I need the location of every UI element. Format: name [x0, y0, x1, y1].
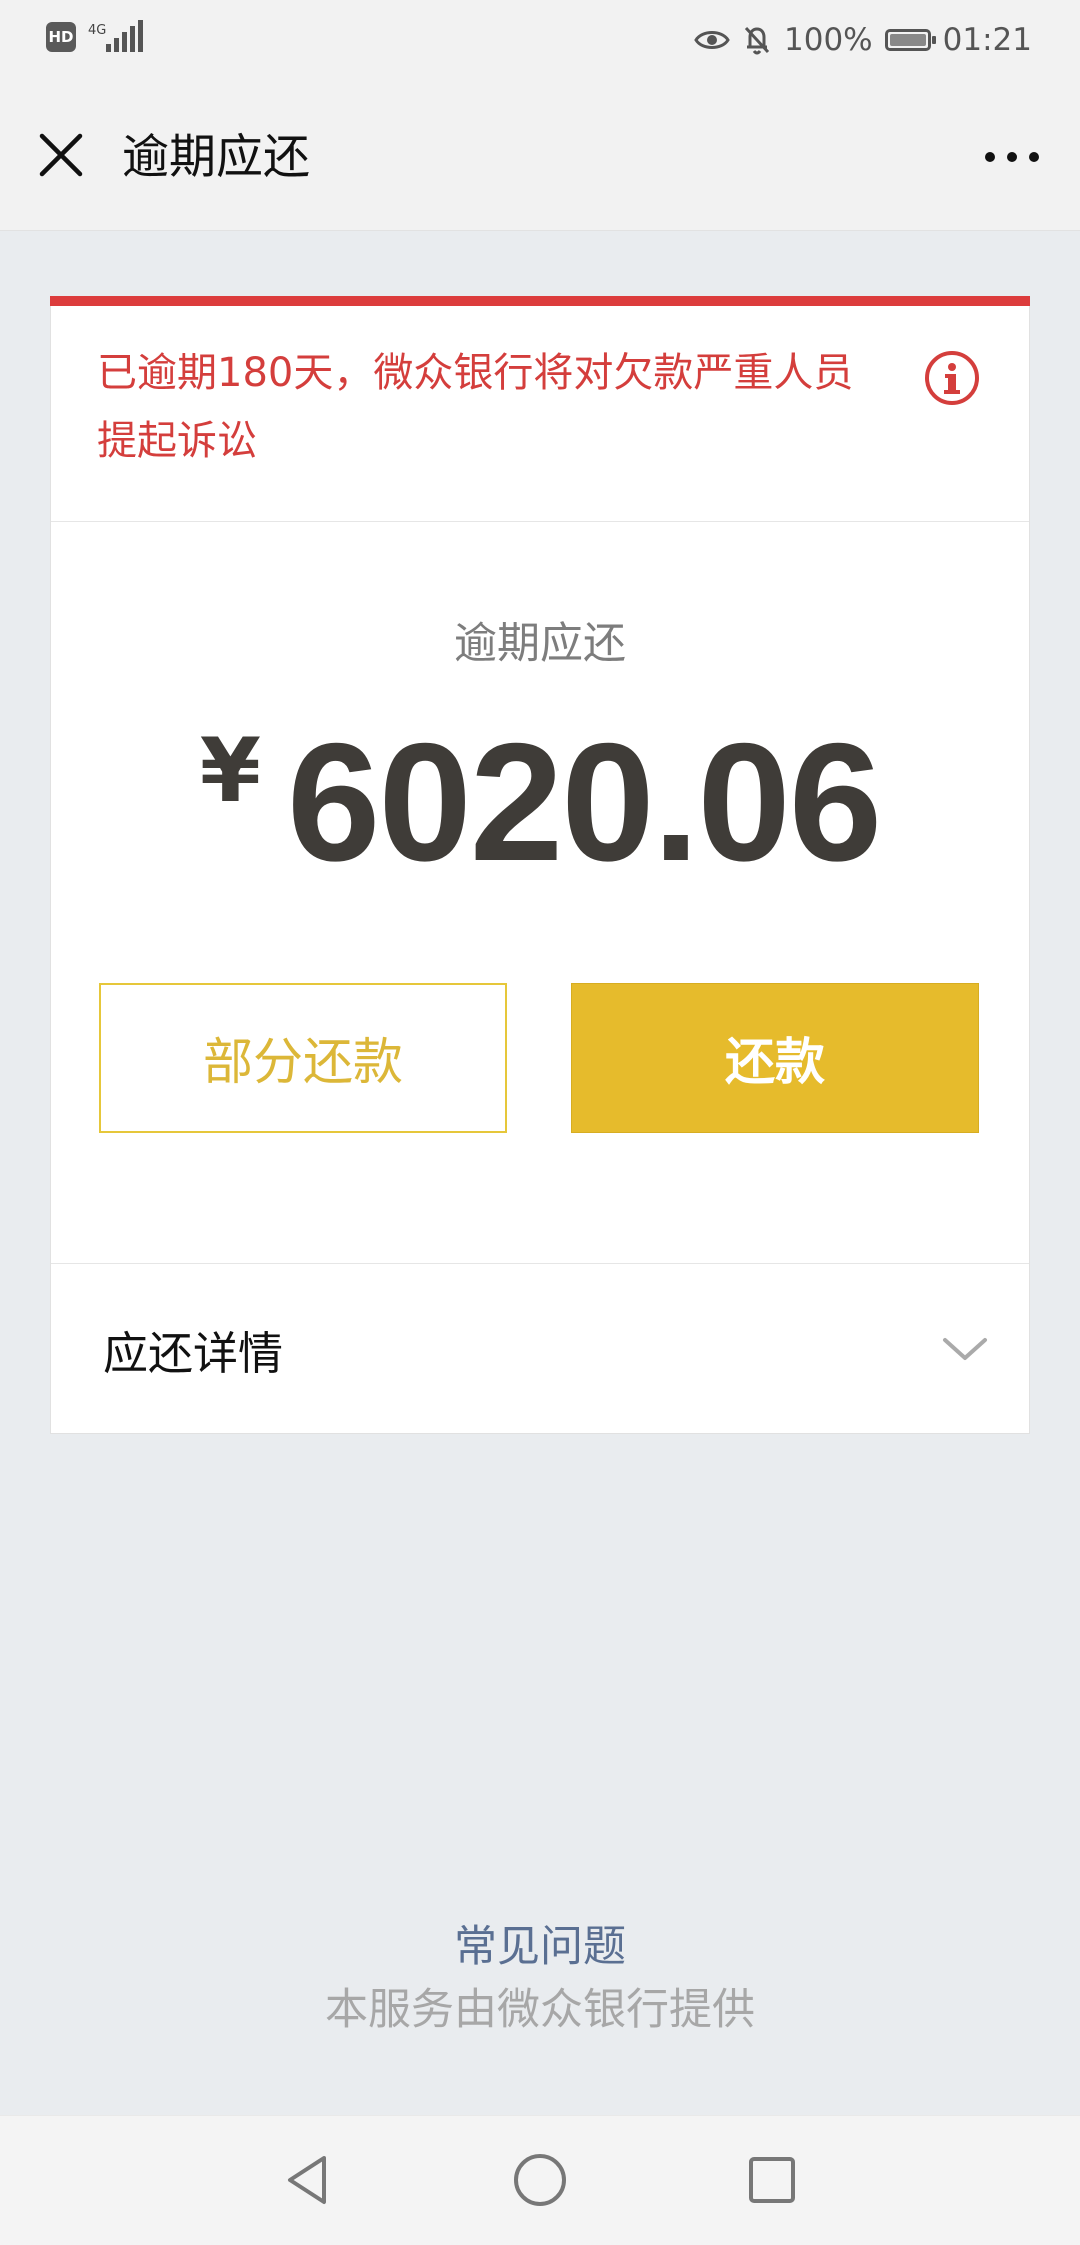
bell-off-icon — [742, 24, 772, 56]
divider — [51, 521, 1029, 522]
service-provider-note: 本服务由微众银行提供 — [325, 1985, 755, 2035]
back-icon[interactable] — [280, 2150, 340, 2210]
hd-badge: HD — [46, 22, 76, 52]
status-right: 100% 01:21 — [694, 22, 1032, 58]
repayment-details-row[interactable]: 应还详情 — [51, 1264, 1029, 1434]
eye-icon — [694, 28, 730, 52]
network-type: 4G — [88, 23, 107, 38]
repay-button[interactable]: 还款 — [571, 983, 979, 1133]
details-label: 应还详情 — [103, 1326, 284, 1380]
system-nav-bar — [0, 2115, 1080, 2245]
clock: 01:21 — [942, 22, 1032, 58]
amount-display: ¥ 6020.06 — [51, 707, 1029, 897]
partial-repay-button[interactable]: 部分还款 — [99, 983, 507, 1133]
nav-bar: 逾期应还 — [0, 86, 1080, 231]
page-title: 逾期应还 — [122, 130, 310, 185]
status-left: HD 4G — [46, 20, 143, 52]
amount-label: 逾期应还 — [454, 619, 626, 669]
footer: 常见问题 本服务由微众银行提供 — [0, 1920, 1080, 2042]
battery-icon — [884, 29, 936, 51]
overdue-amount: 6020.06 — [286, 708, 882, 896]
recents-icon[interactable] — [742, 2150, 802, 2210]
status-bar: HD 4G 100% 01:21 — [0, 0, 1080, 86]
currency-symbol: ¥ — [199, 719, 261, 822]
battery-level — [889, 34, 926, 46]
more-icon[interactable] — [980, 134, 1044, 180]
chevron-down-icon — [941, 1334, 989, 1364]
signal-icon: 4G — [88, 20, 143, 52]
overdue-warning: 已逾期180天，微众银行将对欠款严重人员提起诉讼 — [97, 350, 854, 464]
home-icon[interactable] — [510, 2150, 570, 2210]
battery-percent: 100% — [784, 22, 873, 58]
info-icon[interactable] — [923, 349, 981, 407]
alert-top-bar — [50, 296, 1030, 306]
close-icon[interactable] — [32, 126, 90, 184]
overdue-card: 已逾期180天，微众银行将对欠款严重人员提起诉讼 逾期应还 ¥ 6020.06 … — [50, 296, 1030, 1434]
faq-link[interactable]: 常见问题 — [454, 1920, 626, 1974]
